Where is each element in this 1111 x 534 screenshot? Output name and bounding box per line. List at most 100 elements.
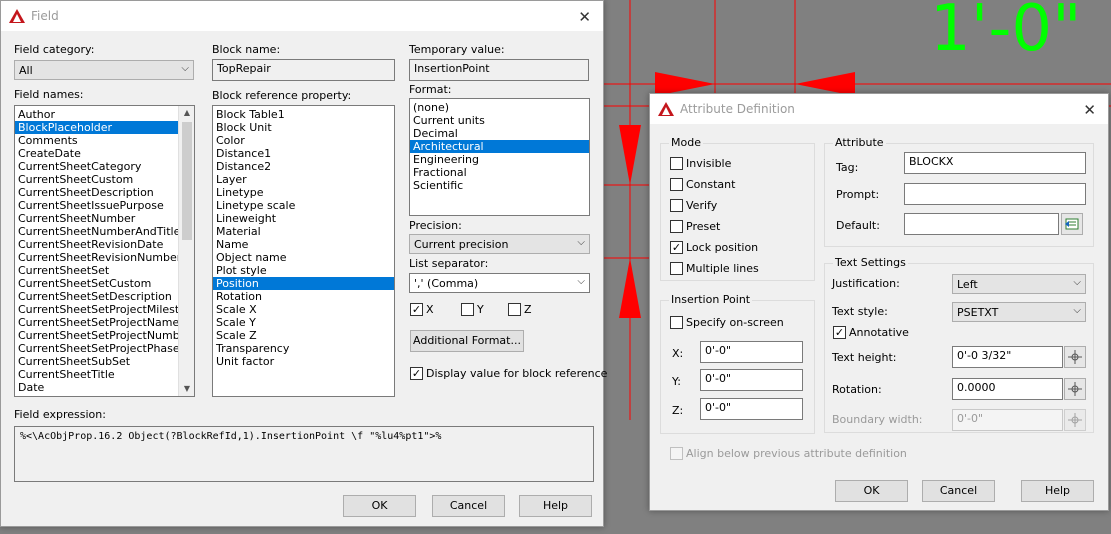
field-name-item[interactable]: Comments bbox=[15, 134, 194, 147]
block-ref-property-item[interactable]: Rotation bbox=[213, 290, 394, 303]
field-name-item[interactable]: CurrentSheetNumberAndTitle bbox=[15, 225, 194, 238]
block-ref-property-item[interactable]: Distance1 bbox=[213, 147, 394, 160]
help-button[interactable]: Help bbox=[519, 495, 592, 517]
precision-select[interactable]: Current precision ⌵ bbox=[409, 234, 590, 254]
list-separator-select[interactable]: ',' (Comma) ⌵ bbox=[409, 273, 590, 293]
preset-checkbox[interactable]: Preset bbox=[670, 220, 720, 233]
verify-checkbox[interactable]: Verify bbox=[670, 199, 717, 212]
y-checkbox[interactable]: Y bbox=[461, 303, 484, 316]
block-ref-property-item[interactable]: Material bbox=[213, 225, 394, 238]
field-dialog-titlebar[interactable]: Field ✕ bbox=[1, 1, 603, 31]
text-height-field[interactable]: 0'-0 3/32" bbox=[952, 346, 1063, 368]
block-ref-property-item[interactable]: Scale Z bbox=[213, 329, 394, 342]
insertion-y-field[interactable]: 0'-0" bbox=[700, 369, 803, 391]
attr-ok-button[interactable]: OK bbox=[835, 480, 908, 502]
ok-button[interactable]: OK bbox=[343, 495, 416, 517]
block-ref-property-item[interactable]: Transparency bbox=[213, 342, 394, 355]
block-ref-property-item[interactable]: Lineweight bbox=[213, 212, 394, 225]
pick-text-height-button[interactable] bbox=[1064, 346, 1086, 368]
block-ref-property-item[interactable]: Linetype bbox=[213, 186, 394, 199]
insertion-z-field[interactable]: 0'-0" bbox=[700, 398, 803, 420]
field-name-item[interactable]: CurrentSheetRevisionNumber bbox=[15, 251, 194, 264]
display-value-checkbox[interactable]: ✓ Display value for block reference bbox=[410, 367, 607, 380]
field-names-scrollbar[interactable]: ▲ ▼ bbox=[178, 106, 194, 396]
field-category-select[interactable]: All ⌵ bbox=[14, 60, 194, 80]
close-icon[interactable]: ✕ bbox=[1083, 101, 1096, 119]
additional-format-button[interactable]: Additional Format... bbox=[410, 330, 524, 352]
temp-value-field[interactable]: InsertionPoint bbox=[409, 59, 589, 81]
field-name-item[interactable]: CurrentSheetSetProjectNumber bbox=[15, 329, 194, 342]
specify-on-screen-checkbox[interactable]: Specify on-screen bbox=[670, 316, 784, 329]
justification-select[interactable]: Left ⌵ bbox=[952, 274, 1086, 294]
field-name-item[interactable]: CreateDate bbox=[15, 147, 194, 160]
field-names-list[interactable]: Author BlockPlaceholder Comments CreateDate… bbox=[14, 105, 195, 397]
annotative-checkbox[interactable]: ✓ Annotative bbox=[833, 326, 909, 339]
scroll-up-icon[interactable]: ▲ bbox=[179, 106, 194, 120]
cancel-button[interactable]: Cancel bbox=[432, 495, 505, 517]
format-item[interactable]: (none) bbox=[410, 101, 589, 114]
format-item[interactable]: Current units bbox=[410, 114, 589, 127]
x-checkbox[interactable]: ✓ X bbox=[410, 303, 434, 316]
invisible-checkbox[interactable]: Invisible bbox=[670, 157, 731, 170]
default-field[interactable] bbox=[904, 213, 1059, 235]
block-ref-property-item[interactable]: Scale Y bbox=[213, 316, 394, 329]
format-item[interactable]: Fractional bbox=[410, 166, 589, 179]
pick-boundary-width-button[interactable] bbox=[1064, 409, 1086, 431]
block-ref-property-item[interactable]: Distance2 bbox=[213, 160, 394, 173]
tag-field[interactable]: BLOCKX bbox=[904, 152, 1086, 174]
format-item[interactable]: Architectural bbox=[410, 140, 589, 153]
block-ref-property-item[interactable]: Layer bbox=[213, 173, 394, 186]
block-ref-property-item[interactable]: Linetype scale bbox=[213, 199, 394, 212]
format-list[interactable]: (none) Current units Decimal Architectural E… bbox=[409, 98, 590, 216]
block-ref-property-item[interactable]: Object name bbox=[213, 251, 394, 264]
multiple-lines-checkbox[interactable]: Multiple lines bbox=[670, 262, 759, 275]
field-name-item[interactable]: CurrentSheetDescription bbox=[15, 186, 194, 199]
z-checkbox[interactable]: Z bbox=[508, 303, 532, 316]
field-name-item[interactable]: CurrentSheetCustom bbox=[15, 173, 194, 186]
block-ref-property-item[interactable]: Color bbox=[213, 134, 394, 147]
field-name-item[interactable]: CurrentSheetIssuePurpose bbox=[15, 199, 194, 212]
prompt-field[interactable] bbox=[904, 183, 1086, 205]
format-item[interactable]: Scientific bbox=[410, 179, 589, 192]
block-name-field[interactable]: TopRepair bbox=[212, 59, 395, 81]
field-name-item[interactable]: CurrentSheetSetCustom bbox=[15, 277, 194, 290]
constant-checkbox[interactable]: Constant bbox=[670, 178, 735, 191]
field-name-item[interactable]: CurrentSheetSetProjectPhase bbox=[15, 342, 194, 355]
boundary-width-field[interactable]: 0'-0" bbox=[952, 409, 1063, 431]
block-ref-property-item[interactable]: Block Table1 bbox=[213, 108, 394, 121]
block-ref-property-item[interactable]: Scale X bbox=[213, 303, 394, 316]
block-ref-property-item[interactable]: Name bbox=[213, 238, 394, 251]
field-name-item[interactable]: CurrentSheetSetProjectName bbox=[15, 316, 194, 329]
field-name-item[interactable]: BlockPlaceholder bbox=[15, 121, 194, 134]
align-below-checkbox[interactable]: Align below previous attribute definitio… bbox=[670, 447, 907, 460]
field-expression-field[interactable]: %<\AcObjProp.16.2 Object(?BlockRefId,1).… bbox=[14, 426, 594, 482]
attr-help-button[interactable]: Help bbox=[1021, 480, 1094, 502]
field-name-item[interactable]: CurrentSheetNumber bbox=[15, 212, 194, 225]
field-name-item[interactable]: CurrentSheetRevisionDate bbox=[15, 238, 194, 251]
field-name-item[interactable]: CurrentSheetSet bbox=[15, 264, 194, 277]
attr-dialog-titlebar[interactable]: Attribute Definition ✕ bbox=[650, 94, 1108, 124]
pick-rotation-button[interactable] bbox=[1064, 378, 1086, 400]
field-name-item[interactable]: CurrentSheetTitle bbox=[15, 368, 194, 381]
block-ref-property-item[interactable]: Block Unit bbox=[213, 121, 394, 134]
field-name-item[interactable]: CurrentSheetCategory bbox=[15, 160, 194, 173]
block-ref-property-item[interactable]: Plot style bbox=[213, 264, 394, 277]
lock-position-checkbox[interactable]: ✓ Lock position bbox=[670, 241, 758, 254]
rotation-field[interactable]: 0.0000 bbox=[952, 378, 1063, 400]
insertion-x-field[interactable]: 0'-0" bbox=[700, 341, 803, 363]
field-name-item[interactable]: Date bbox=[15, 381, 194, 394]
attr-cancel-button[interactable]: Cancel bbox=[922, 480, 995, 502]
field-name-item[interactable]: CurrentSheetSubSet bbox=[15, 355, 194, 368]
field-name-item[interactable]: Author bbox=[15, 108, 194, 121]
insert-field-button[interactable] bbox=[1061, 213, 1083, 235]
field-name-item[interactable]: CurrentSheetSetProjectMilestone bbox=[15, 303, 194, 316]
scroll-down-icon[interactable]: ▼ bbox=[179, 382, 194, 396]
block-ref-property-list[interactable]: Block Table1 Block Unit Color Distance1 Dist… bbox=[212, 105, 395, 397]
block-ref-property-item[interactable]: Unit factor bbox=[213, 355, 394, 368]
text-style-select[interactable]: PSETXT ⌵ bbox=[952, 302, 1086, 322]
field-name-item[interactable]: CurrentSheetSetDescription bbox=[15, 290, 194, 303]
format-item[interactable]: Engineering bbox=[410, 153, 589, 166]
scroll-thumb[interactable] bbox=[182, 122, 192, 240]
format-item[interactable]: Decimal bbox=[410, 127, 589, 140]
close-icon[interactable]: ✕ bbox=[578, 8, 591, 26]
